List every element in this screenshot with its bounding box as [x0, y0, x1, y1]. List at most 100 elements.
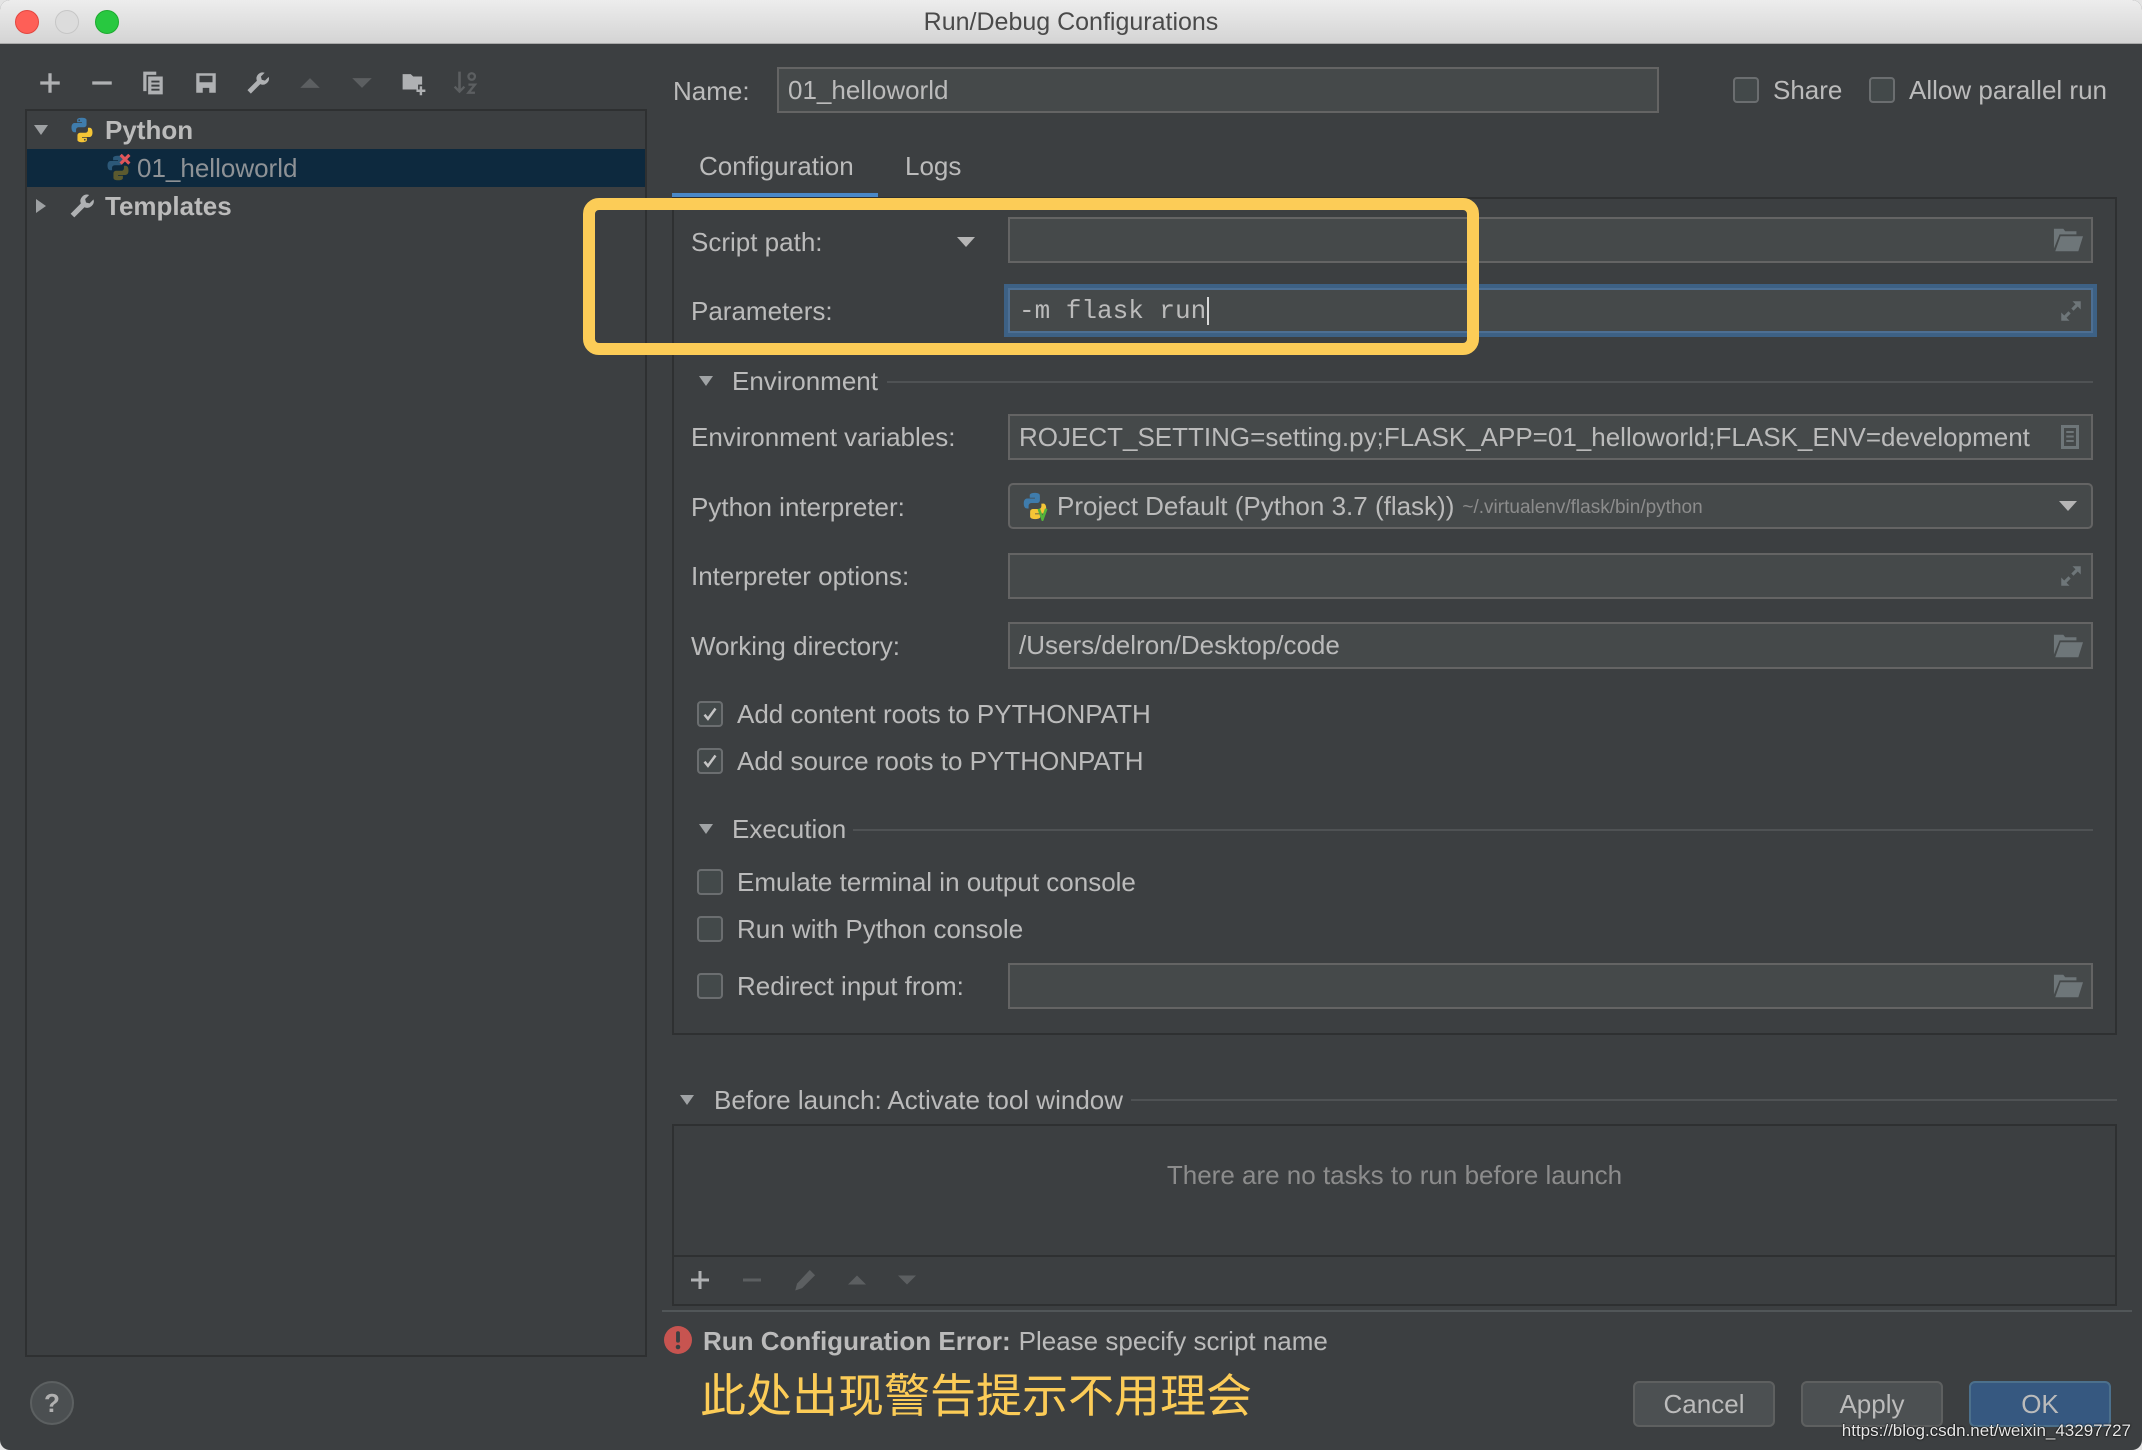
folder-open-icon[interactable] — [2053, 634, 2083, 658]
tree-item-label: 01_helloworld — [137, 153, 298, 183]
cancel-button[interactable]: Cancel — [1633, 1381, 1775, 1427]
text-caret — [1207, 296, 1210, 325]
redirect-input-label[interactable]: Redirect input from: — [737, 971, 964, 1001]
folder-open-icon[interactable] — [2053, 228, 2083, 252]
python-config-error-icon — [104, 154, 132, 182]
section-divider — [1131, 1099, 2117, 1101]
environment-variables-input[interactable]: ROJECT_SETTING=setting.py;FLASK_APP=01_h… — [1008, 414, 2093, 460]
tab-logs[interactable]: Logs — [878, 140, 988, 193]
arrow-down-icon — [352, 78, 372, 88]
add-configuration-button[interactable] — [33, 66, 67, 100]
tree-item-01-helloworld[interactable]: 01_helloworld — [27, 149, 645, 187]
emulate-terminal-checkbox[interactable] — [697, 869, 723, 895]
pencil-icon — [795, 1269, 816, 1291]
save-icon — [196, 73, 216, 93]
allow-parallel-run-label[interactable]: Allow parallel run — [1909, 75, 2107, 105]
chevron-down-icon — [699, 376, 713, 386]
add-content-roots-label[interactable]: Add content roots to PYTHONPATH — [737, 699, 1151, 729]
window-title: Run/Debug Configurations — [923, 8, 1219, 36]
tree-item-python[interactable]: Python — [27, 111, 645, 149]
python-icon — [68, 116, 96, 144]
error-icon — [664, 1326, 692, 1354]
plus-icon — [40, 73, 60, 93]
edit-templates-button[interactable] — [241, 66, 275, 100]
arrow-down-icon — [898, 1275, 916, 1285]
plus-icon — [691, 1271, 709, 1289]
redirect-input-path-input[interactable] — [1008, 963, 2093, 1009]
expand-icon[interactable] — [2059, 564, 2083, 588]
wrench-icon — [68, 192, 96, 220]
execution-collapse-toggle[interactable] — [699, 824, 713, 834]
chevron-down-icon[interactable] — [2059, 501, 2077, 511]
emulate-terminal-label[interactable]: Emulate terminal in output console — [737, 867, 1136, 897]
edit-document-icon[interactable] — [2061, 425, 2079, 449]
expand-icon[interactable] — [2059, 299, 2083, 323]
sort-configurations-button[interactable] — [449, 66, 483, 100]
new-folder-button[interactable] — [397, 66, 431, 100]
folder-open-icon[interactable] — [2053, 974, 2083, 998]
chevron-down-icon[interactable] — [33, 122, 49, 138]
share-label[interactable]: Share — [1773, 75, 1842, 105]
parameters-text: -m flask run — [1019, 295, 1207, 326]
execution-section-title[interactable]: Execution — [732, 814, 846, 844]
move-task-up-button[interactable] — [842, 1265, 872, 1295]
environment-section-title[interactable]: Environment — [732, 366, 878, 396]
add-source-roots-label[interactable]: Add source roots to PYTHONPATH — [737, 746, 1144, 776]
move-up-button[interactable] — [293, 66, 327, 100]
python-venv-icon — [1020, 491, 1050, 521]
add-source-roots-checkbox[interactable] — [697, 748, 723, 774]
name-label: Name: — [673, 76, 750, 106]
save-configuration-button[interactable] — [189, 66, 223, 100]
tab-configuration[interactable]: Configuration — [672, 140, 878, 193]
run-with-python-console-checkbox[interactable] — [697, 916, 723, 942]
name-input-value: 01_helloworld — [788, 74, 949, 105]
before-launch-collapse-toggle[interactable] — [680, 1095, 694, 1105]
script-path-input[interactable] — [1008, 217, 2093, 263]
move-task-down-button[interactable] — [892, 1265, 922, 1295]
configuration-panel: Script path: Parameters: -m flask run En… — [672, 197, 2117, 1035]
parameters-label: Parameters: — [691, 296, 833, 326]
remove-configuration-button[interactable] — [85, 66, 119, 100]
script-path-value — [1019, 219, 2041, 261]
interpreter-path: ~/.virtualenv/flask/bin/python — [1462, 497, 1703, 518]
before-launch-section-title[interactable]: Before launch: Activate tool window — [714, 1085, 1123, 1115]
section-divider — [853, 829, 2093, 831]
name-input[interactable]: 01_helloworld — [777, 67, 1659, 113]
minus-icon — [92, 81, 112, 85]
minus-icon — [743, 1278, 761, 1282]
interpreter-options-label: Interpreter options: — [691, 561, 910, 591]
redirect-input-checkbox[interactable] — [697, 973, 723, 999]
interpreter-name: Project Default (Python 3.7 (flask)) — [1057, 490, 1455, 521]
remove-task-button[interactable] — [737, 1265, 767, 1295]
arrow-up-icon — [848, 1275, 866, 1285]
interpreter-options-value — [1019, 555, 2041, 597]
environment-variables-label: Environment variables: — [691, 422, 956, 452]
allow-parallel-run-checkbox[interactable] — [1869, 77, 1895, 103]
before-launch-empty-text: There are no tasks to run before launch — [1166, 1160, 1623, 1190]
share-checkbox[interactable] — [1733, 77, 1759, 103]
error-title: Run Configuration Error: — [703, 1326, 1011, 1356]
environment-variables-value: ROJECT_SETTING=setting.py;FLASK_APP=01_h… — [1019, 421, 2030, 452]
configuration-tree[interactable]: Python 01_helloworld Templates — [25, 109, 647, 1357]
run-with-python-console-label[interactable]: Run with Python console — [737, 914, 1023, 944]
arrow-up-icon — [300, 78, 320, 88]
redirect-input-path-value — [1019, 965, 2041, 1007]
before-launch-task-list[interactable]: There are no tasks to run before launch — [672, 1124, 2117, 1306]
parameters-input[interactable]: -m flask run — [1008, 288, 2093, 333]
environment-collapse-toggle[interactable] — [699, 376, 713, 386]
working-directory-input[interactable]: /Users/delron/Desktop/code — [1008, 622, 2093, 669]
folder-plus-icon — [402, 74, 426, 96]
sort-alpha-icon — [453, 71, 478, 94]
add-task-button[interactable] — [685, 1265, 715, 1295]
python-interpreter-dropdown[interactable]: Project Default (Python 3.7 (flask)) ~/.… — [1008, 483, 2093, 529]
help-button[interactable]: ? — [30, 1381, 74, 1425]
interpreter-options-input[interactable] — [1008, 553, 2093, 599]
edit-task-button[interactable] — [790, 1265, 820, 1295]
tree-item-templates[interactable]: Templates — [27, 187, 645, 225]
error-message: Please specify script name — [1018, 1326, 1328, 1356]
copy-configuration-button[interactable] — [136, 66, 170, 100]
script-path-type-dropdown[interactable] — [957, 237, 975, 247]
move-down-button[interactable] — [345, 66, 379, 100]
chevron-right-icon[interactable] — [33, 198, 49, 214]
add-content-roots-checkbox[interactable] — [697, 701, 723, 727]
